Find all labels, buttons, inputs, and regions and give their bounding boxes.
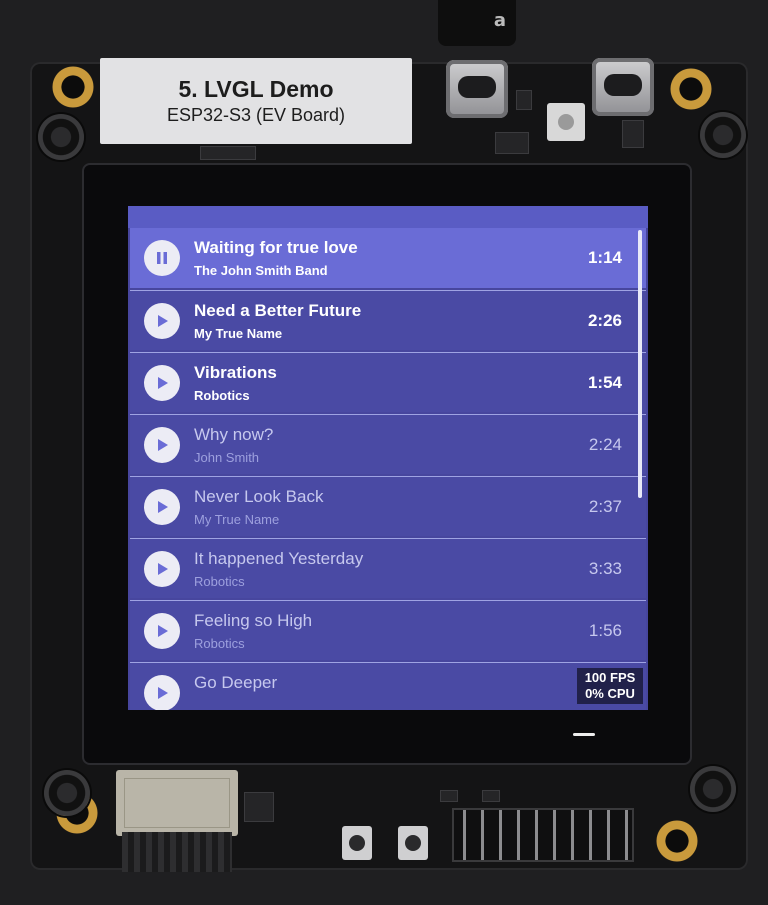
reset-button	[398, 826, 428, 860]
music-player-screen: Waiting for true love The John Smith Ban…	[128, 206, 648, 710]
boot-button	[342, 826, 372, 860]
track-row[interactable]: Need a Better Future My True Name 2:26	[130, 290, 646, 350]
esp32-module	[116, 770, 238, 836]
cpu-readout: 0% CPU	[585, 686, 635, 701]
track-row[interactable]: Vibrations Robotics 1:54	[130, 352, 646, 412]
track-duration: 2:26	[587, 311, 622, 330]
track-row[interactable]: Why now? John Smith 2:24	[130, 414, 646, 474]
track-row[interactable]: Go Deeper	[130, 662, 646, 710]
track-row[interactable]: Waiting for true love The John Smith Ban…	[130, 228, 646, 288]
screw	[690, 766, 736, 812]
track-duration: 1:56	[588, 621, 622, 640]
mounting-hole	[52, 66, 94, 108]
track-duration: 1:14	[587, 248, 622, 267]
screw	[700, 112, 746, 158]
track-artist: The John Smith Band	[194, 263, 328, 278]
play-button[interactable]	[144, 365, 180, 401]
play-icon	[158, 377, 168, 389]
track-artist: My True Name	[194, 326, 283, 341]
pin-header	[452, 808, 634, 862]
track-duration: 1:54	[587, 373, 622, 392]
track-row[interactable]: Feeling so High Robotics 1:56	[130, 600, 646, 660]
track-duration: 2:24	[588, 435, 622, 454]
track-title: Waiting for true love	[194, 238, 358, 257]
track-title: It happened Yesterday	[194, 549, 364, 568]
rgb-led	[547, 103, 585, 141]
board-label-sticker: 5. LVGL Demo ESP32-S3 (EV Board)	[100, 58, 412, 144]
track-row[interactable]: It happened Yesterday Robotics 3:33	[130, 538, 646, 598]
chip	[440, 790, 458, 802]
list-scrollbar[interactable]	[638, 230, 642, 498]
screw	[38, 114, 84, 160]
chip	[482, 790, 500, 802]
play-button[interactable]	[144, 675, 180, 710]
track-artist: My True Name	[194, 512, 280, 527]
screen-reflection	[573, 733, 595, 736]
track-artist: Robotics	[194, 388, 250, 403]
track-artist: Robotics	[194, 574, 245, 589]
chip	[516, 90, 532, 110]
track-row[interactable]: Never Look Back My True Name 2:37	[130, 476, 646, 536]
track-title: Never Look Back	[194, 487, 324, 506]
play-icon	[158, 687, 168, 699]
play-button[interactable]	[144, 489, 180, 525]
chip	[622, 120, 644, 148]
usb-c-port	[446, 60, 508, 118]
play-icon	[158, 315, 168, 327]
track-artist: John Smith	[194, 450, 260, 465]
pause-button[interactable]	[144, 240, 180, 276]
usb-cable: a	[438, 0, 516, 46]
play-icon	[158, 563, 168, 575]
chip	[200, 146, 256, 160]
fps-readout: 100 FPS	[584, 670, 636, 685]
pause-icon	[157, 252, 167, 264]
play-button[interactable]	[144, 303, 180, 339]
track-title: Why now?	[194, 425, 274, 444]
mounting-hole	[670, 68, 712, 110]
screw	[44, 770, 90, 816]
track-artist: Robotics	[194, 636, 245, 651]
track-duration: 3:33	[588, 559, 622, 578]
usb-c-port	[592, 58, 654, 116]
play-icon	[158, 625, 168, 637]
track-title: Feeling so High	[194, 611, 313, 630]
play-button[interactable]	[144, 427, 180, 463]
chip	[495, 132, 529, 154]
play-button[interactable]	[144, 551, 180, 587]
track-title: Need a Better Future	[194, 301, 362, 320]
play-icon	[158, 501, 168, 513]
board-label-title: 5. LVGL Demo	[178, 76, 334, 102]
performance-monitor: 100 FPS 0% CPU	[577, 668, 643, 704]
board-label-subtitle: ESP32-S3 (EV Board)	[166, 105, 346, 125]
play-button[interactable]	[144, 613, 180, 649]
antenna	[122, 832, 232, 872]
mounting-hole	[656, 820, 698, 862]
chip	[244, 792, 274, 822]
list-top-strip	[128, 206, 648, 228]
track-duration: 2:37	[588, 497, 622, 516]
play-icon	[158, 439, 168, 451]
track-title: Go Deeper	[194, 673, 278, 692]
track-title: Vibrations	[194, 363, 277, 382]
